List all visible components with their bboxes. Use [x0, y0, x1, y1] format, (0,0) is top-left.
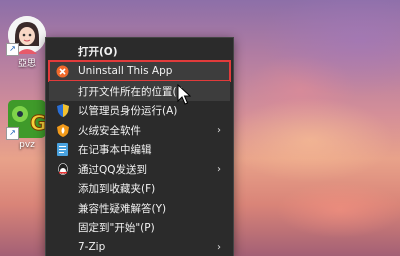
submenu-arrow-icon: › [217, 124, 221, 136]
shortcut-arrow-icon: ↗ [6, 43, 19, 56]
menu-item-7zip[interactable]: 7-Zip › [49, 237, 230, 256]
qq-icon [56, 162, 69, 176]
menu-item-label: 打开文件所在的位置(I) [78, 85, 184, 98]
huorong-icon [56, 123, 69, 137]
menu-item-label: 火绒安全软件 [78, 124, 141, 137]
mouse-cursor-icon [177, 84, 191, 105]
menu-item-open[interactable]: 打开(O) [49, 41, 230, 61]
menu-item-run-as-admin[interactable]: 以管理员身份运行(A) [49, 100, 230, 120]
desktop-shortcut-pvz[interactable]: G ↗ pvz [4, 100, 50, 150]
context-menu: 打开(O) Uninstall This App 打开文件所在的位置(I) 以管… [45, 37, 234, 256]
menu-item-label: 添加到收藏夹(F) [78, 182, 156, 195]
desktop-icon-label: 亞思 [17, 59, 36, 69]
menu-item-label: Uninstall This App [78, 65, 173, 77]
menu-item-label: 打开(O) [78, 45, 118, 58]
svg-text:G: G [30, 111, 46, 135]
menu-item-label: 7-Zip [78, 241, 106, 253]
menu-item-label: 固定到"开始"(P) [78, 221, 155, 234]
menu-item-label: 兼容性疑难解答(Y) [78, 202, 167, 215]
avatar-icon: ↗ [6, 16, 46, 56]
uninstall-icon [56, 65, 69, 78]
menu-item-uninstall[interactable]: Uninstall This App [48, 60, 231, 82]
submenu-arrow-icon: › [217, 163, 221, 175]
menu-item-label: 在记事本中编辑 [78, 143, 152, 156]
menu-item-open-file-location[interactable]: 打开文件所在的位置(I) [49, 81, 230, 101]
menu-item-send-qq[interactable]: 通过QQ发送到 › [49, 159, 230, 179]
menu-item-edit-notepad[interactable]: 在记事本中编辑 [49, 139, 230, 159]
pvz-game-icon: G ↗ [6, 100, 47, 140]
desktop-icon-label: pvz [19, 140, 35, 150]
desktop-shortcut-user[interactable]: ↗ 亞思 [4, 16, 50, 69]
shortcut-arrow-icon: ↗ [6, 127, 19, 140]
menu-item-pin-start[interactable]: 固定到"开始"(P) [49, 217, 230, 237]
menu-item-compat-troubleshoot[interactable]: 兼容性疑难解答(Y) [49, 198, 230, 218]
menu-item-label: 通过QQ发送到 [78, 163, 148, 176]
notepad-icon [56, 142, 69, 156]
submenu-arrow-icon: › [217, 241, 221, 253]
menu-item-label: 以管理员身份运行(A) [78, 104, 178, 117]
desktop: ↗ 亞思 G ↗ pvz 打开(O) Uninstall This App 打开 [0, 0, 400, 256]
menu-item-huorong[interactable]: 火绒安全软件 › [49, 120, 230, 140]
menu-item-add-favorites[interactable]: 添加到收藏夹(F) [49, 178, 230, 198]
shield-icon [56, 103, 69, 117]
